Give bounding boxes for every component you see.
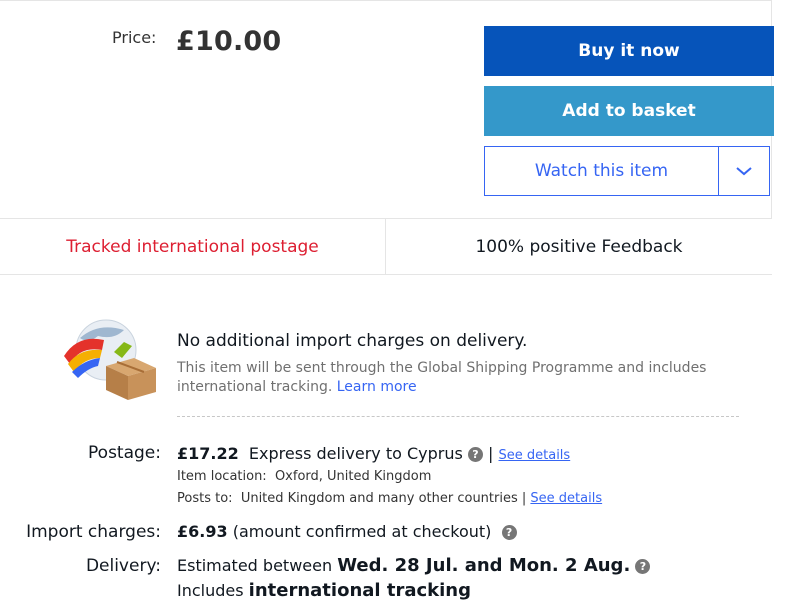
price-value: £10.00 [176,26,282,57]
delivery-label: Delivery: [85,556,161,576]
globe-box-icon [58,316,162,400]
tracked-postage-highlight: Tracked international postage [66,236,319,257]
buy-it-now-button[interactable]: Buy it now [484,26,774,76]
learn-more-link[interactable]: Learn more [337,379,417,395]
question-circle-icon[interactable]: ? [635,559,651,574]
watch-this-item-button[interactable]: Watch this item [485,147,719,195]
postage-separator: | [488,444,494,463]
gsp-description: This item will be sent through the Globa… [177,359,737,397]
posts-to-see-details-link[interactable]: See details [530,491,602,506]
price-label: Price: [112,28,157,47]
postage-price: £17.22 [177,444,239,463]
postage-line: £17.22 Express delivery to Cyprus ? | Se… [177,444,570,463]
import-charges-amount: £6.93 [177,522,228,541]
gsp-title: No additional import charges on delivery… [177,331,528,351]
import-charges-note: (amount confirmed at checkout) [232,522,492,541]
postage-see-details-link[interactable]: See details [499,448,571,463]
question-circle-icon[interactable]: ? [501,525,517,540]
posts-to-value: United Kingdom and many other countries [240,491,518,506]
item-location: Item location: Oxford, United Kingdom [177,469,431,484]
posts-to: Posts to: United Kingdom and many other … [177,491,602,506]
question-circle-icon[interactable]: ? [467,447,483,462]
chevron-down-icon [736,167,752,176]
delivery-includes: Includes [177,581,244,600]
item-location-label: Item location: [177,469,267,484]
posts-to-label: Posts to: [177,491,233,506]
postage-method: Express delivery to Cyprus [248,444,463,463]
delivery-tracking-text: international tracking [248,580,471,601]
add-to-basket-button[interactable]: Add to basket [484,86,774,136]
delivery-estimate: Estimated between Wed. 28 Jul. and Mon. … [177,555,651,576]
posts-to-separator: | [521,491,527,506]
postage-label: Postage: [88,443,161,463]
import-charges-label: Import charges: [26,522,161,542]
watch-dropdown-button[interactable] [719,147,769,195]
section-divider [177,416,739,417]
watch-control: Watch this item [484,146,770,196]
gsp-description-text: This item will be sent through the Globa… [177,360,707,395]
feedback-highlight: 100% positive Feedback [475,236,683,257]
delivery-tracking: Includes international tracking [177,580,471,601]
delivery-range: Wed. 28 Jul. and Mon. 2 Aug. [337,555,631,576]
import-charges-line: £6.93 (amount confirmed at checkout) ? [177,522,517,541]
item-location-value: Oxford, United Kingdom [274,469,432,484]
delivery-prefix: Estimated between [177,556,333,575]
